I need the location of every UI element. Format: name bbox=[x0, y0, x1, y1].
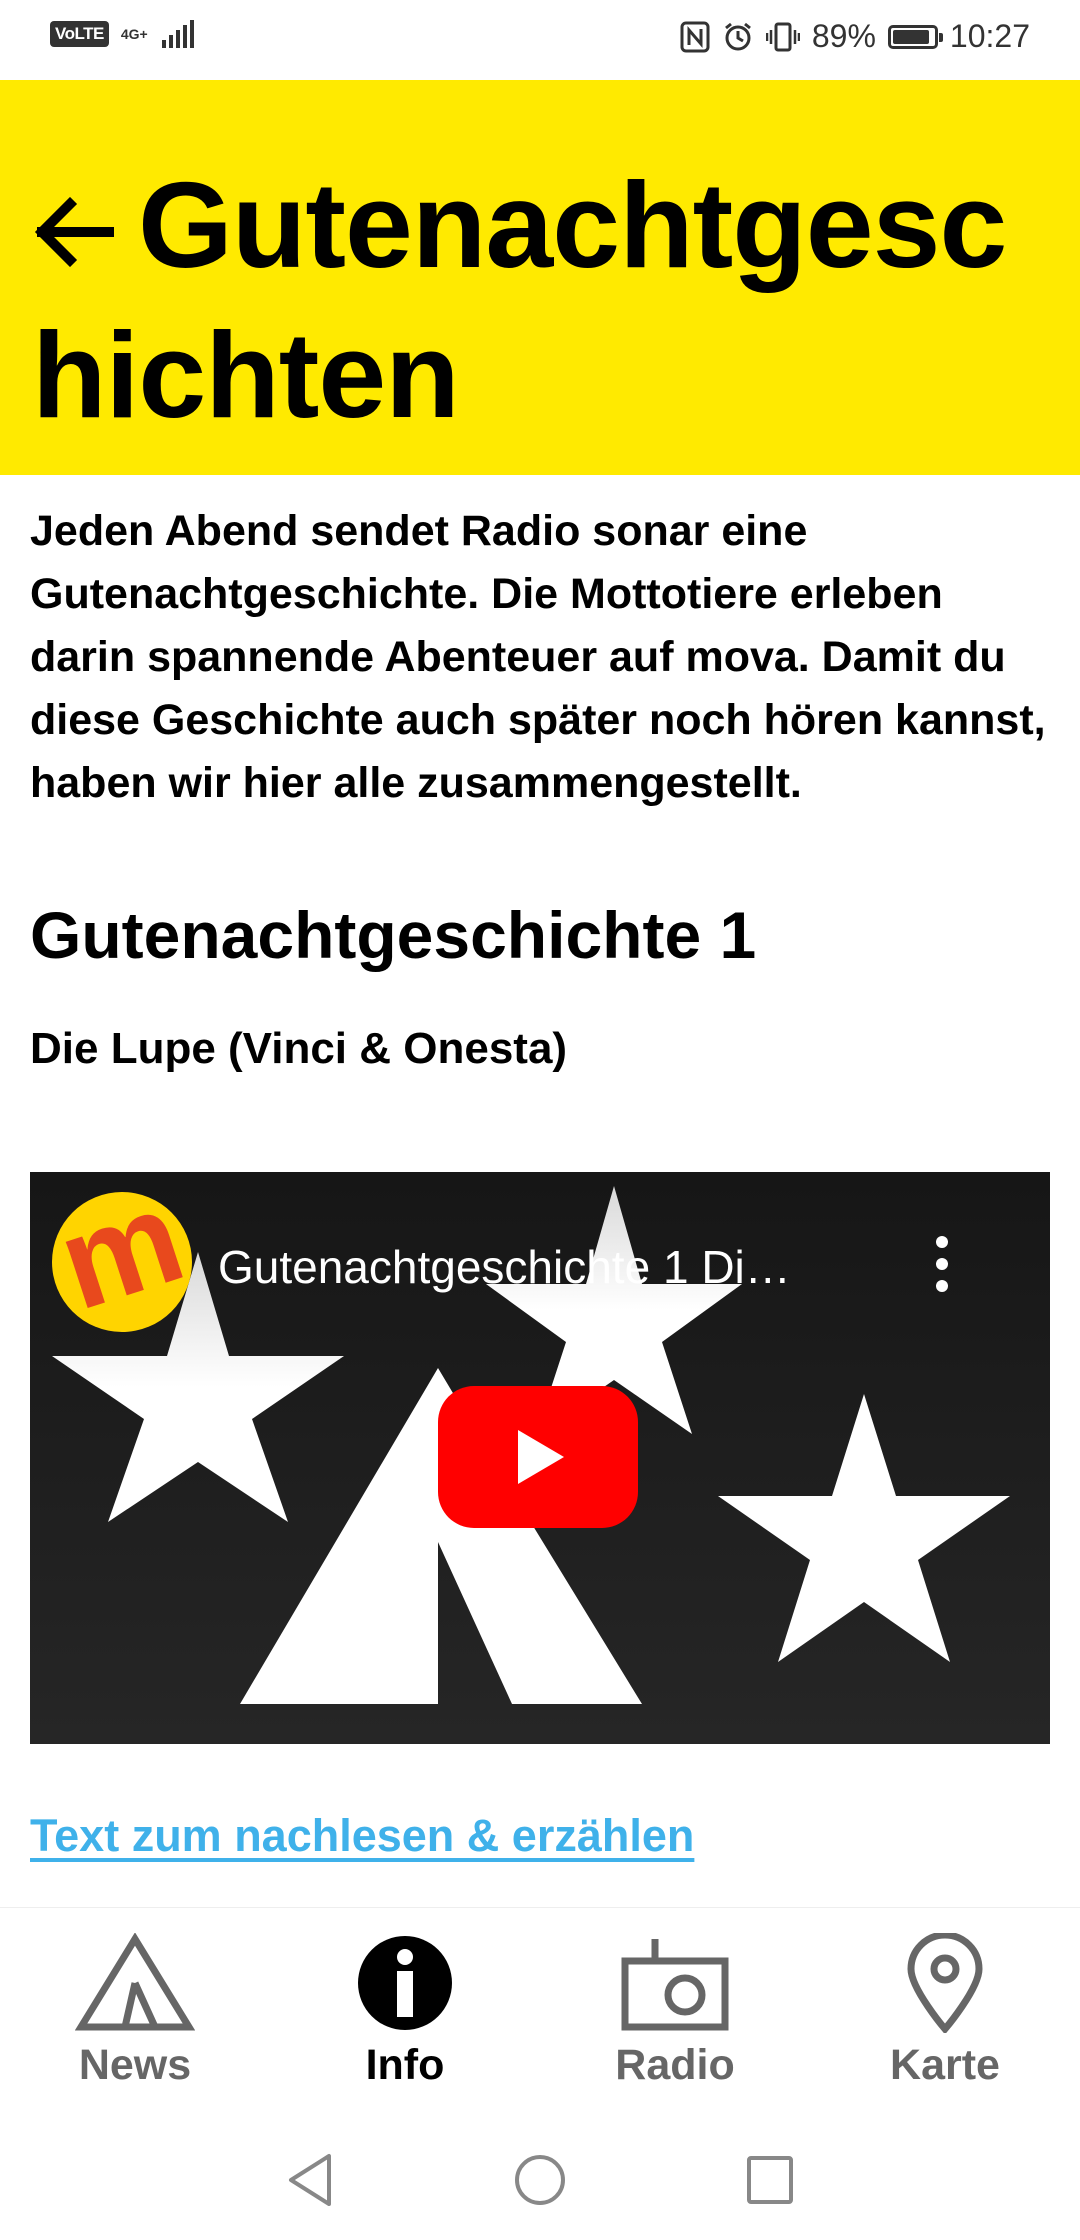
main-content: Jeden Abend sendet Radio sonar eine Gute… bbox=[30, 500, 1050, 1079]
back-triangle-icon[interactable] bbox=[285, 2152, 335, 2208]
page-title-text: Gutenachtgeschichten bbox=[32, 157, 1007, 443]
clock: 10:27 bbox=[949, 18, 1030, 54]
nav-label-news: News bbox=[78, 2041, 192, 2089]
nav-item-info[interactable]: Info bbox=[305, 1933, 505, 2090]
status-right: 89% 10:27 bbox=[680, 18, 1030, 55]
section-title: Gutenachtgeschichte 1 bbox=[30, 898, 757, 972]
volte-badge: VoLTE bbox=[50, 21, 109, 47]
home-circle-icon[interactable] bbox=[513, 2152, 567, 2208]
signal-icon bbox=[161, 20, 194, 48]
nav-label-radio: Radio bbox=[615, 2041, 735, 2089]
recents-square-icon[interactable] bbox=[745, 2152, 795, 2208]
status-left: VoLTE 4G+ bbox=[50, 20, 194, 48]
more-vertical-icon[interactable] bbox=[930, 1234, 954, 1294]
video-player[interactable]: m Gutenachtgeschichte 1 Di… bbox=[30, 1172, 1050, 1744]
nfc-icon bbox=[680, 21, 710, 52]
channel-logo[interactable]: m bbox=[52, 1192, 192, 1332]
nav-item-karte[interactable]: Karte bbox=[845, 1933, 1045, 2090]
nav-label-info: Info bbox=[365, 2041, 445, 2089]
intro-text: Jeden Abend sendet Radio sonar eine Gute… bbox=[30, 507, 1046, 807]
youtube-play-icon[interactable] bbox=[438, 1386, 638, 1528]
map-pin-icon bbox=[907, 1933, 983, 2033]
status-bar: VoLTE 4G+ 89% 10:27 bbox=[0, 0, 1080, 80]
nav-item-radio[interactable]: Radio bbox=[575, 1933, 775, 2090]
battery-percent: 89% bbox=[811, 18, 876, 54]
radio-icon bbox=[621, 1939, 729, 2031]
bottom-nav: News Info Radio Karte bbox=[0, 1907, 1080, 2103]
vibrate-icon bbox=[765, 22, 800, 51]
network-type: 4G+ bbox=[120, 26, 148, 42]
page-title: Gutenachtgeschichten bbox=[32, 150, 1050, 450]
tent-icon bbox=[75, 1933, 195, 2031]
alarm-icon bbox=[724, 22, 751, 50]
read-along-link[interactable]: Text zum nachlesen & erzählen bbox=[30, 1810, 694, 1862]
info-icon bbox=[358, 1936, 452, 2030]
system-nav bbox=[0, 2120, 1080, 2240]
channel-logo-letter: m bbox=[52, 1192, 192, 1332]
page-header: Gutenachtgeschichten bbox=[0, 80, 1080, 475]
video-title[interactable]: Gutenachtgeschichte 1 Di… bbox=[218, 1240, 791, 1294]
nav-item-news[interactable]: News bbox=[35, 1933, 235, 2090]
story-subtitle: Die Lupe (Vinci & Onesta) bbox=[30, 1024, 568, 1073]
battery-icon bbox=[887, 24, 943, 49]
nav-label-karte: Karte bbox=[890, 2041, 1000, 2089]
arrow-left-icon[interactable] bbox=[32, 197, 114, 267]
